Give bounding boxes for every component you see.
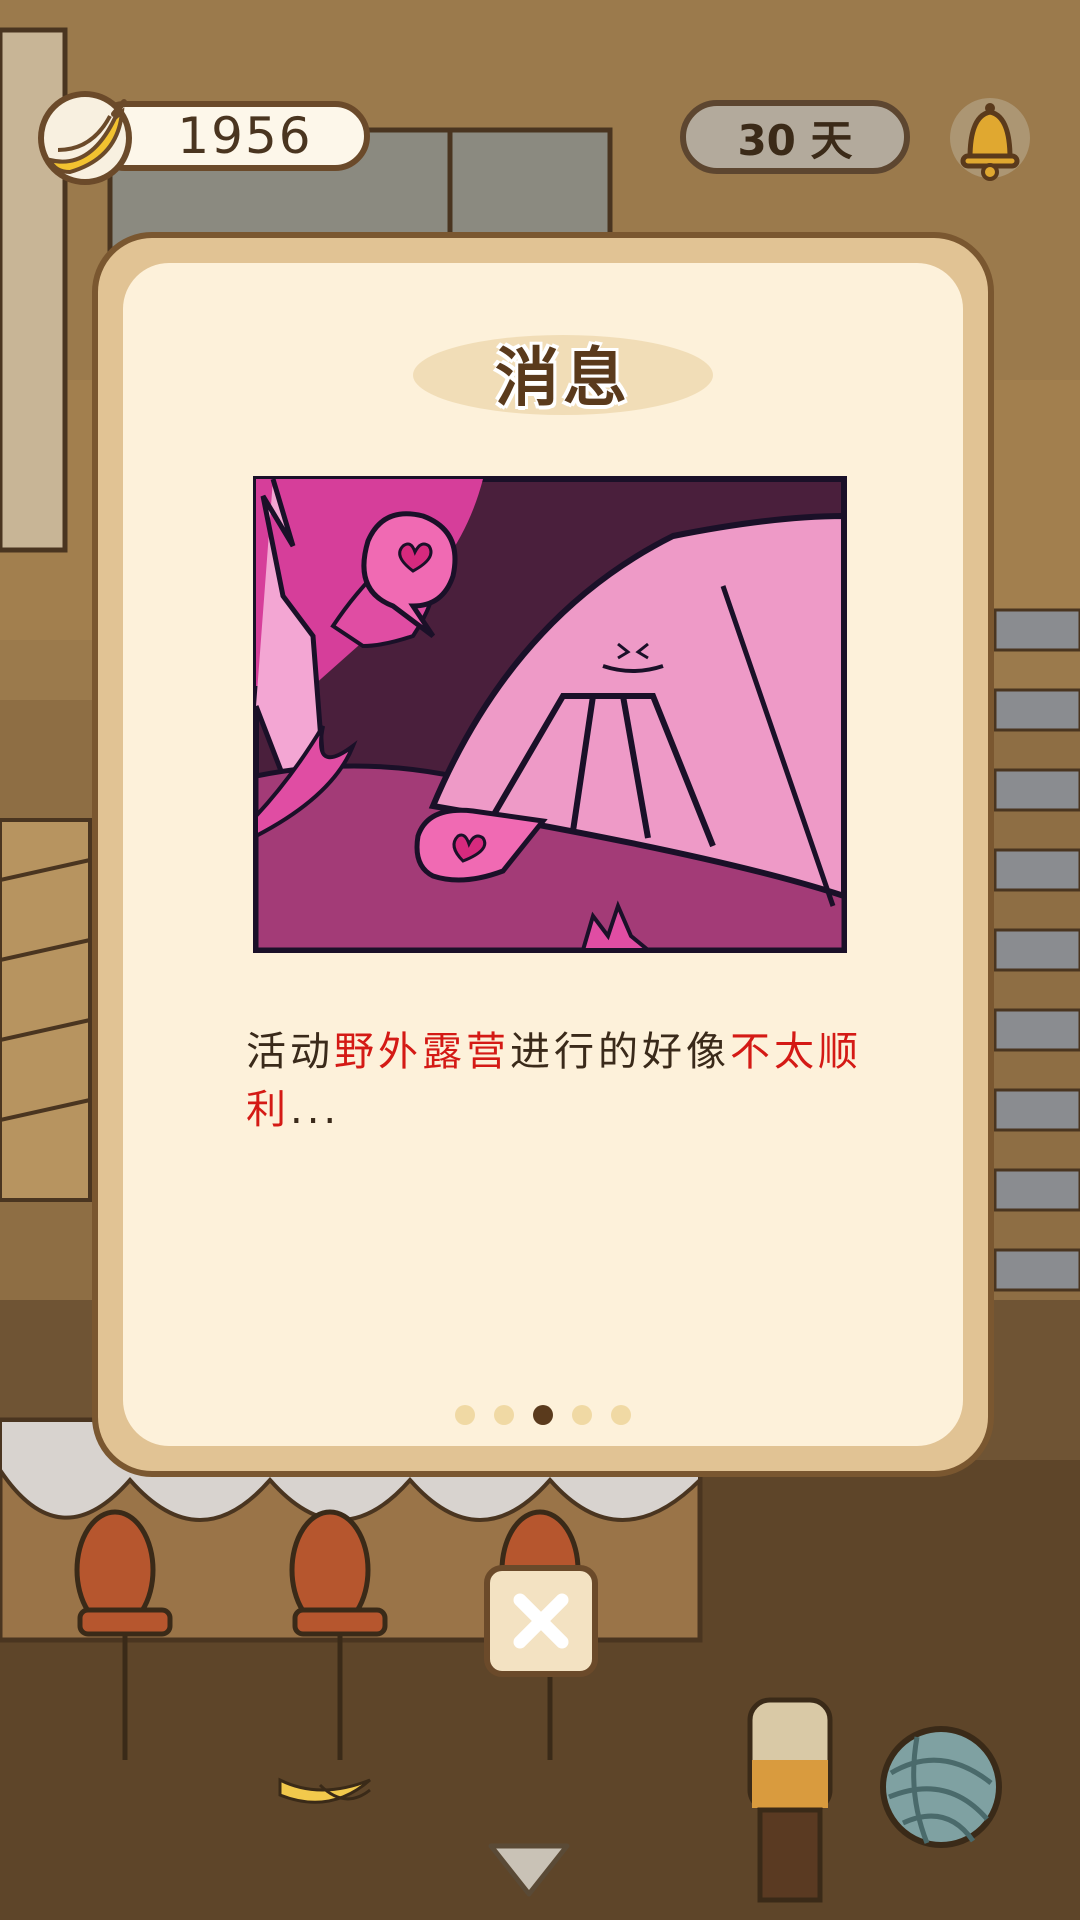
dialog-message: 活动野外露营进行的好像不太顺利... [246, 1023, 866, 1139]
close-icon [513, 1593, 569, 1649]
down-arrow-icon[interactable] [485, 1840, 573, 1900]
camping-illustration [253, 476, 847, 953]
page-indicator [123, 1405, 963, 1427]
dialog-title-banner: 消息 [413, 323, 713, 423]
page-dot[interactable] [572, 1405, 592, 1425]
dialog-title: 消息 [495, 342, 631, 416]
message-part: ... [290, 1087, 341, 1133]
page-dot[interactable] [611, 1405, 631, 1425]
message-highlight: 野外露营 [334, 1029, 510, 1075]
banana-icon [38, 91, 132, 185]
page-dot[interactable] [455, 1405, 475, 1425]
page-dot-active[interactable] [533, 1405, 553, 1425]
page-dot[interactable] [494, 1405, 514, 1425]
bell-icon[interactable] [945, 88, 1035, 188]
banana-counter: 1956 [30, 91, 375, 185]
yarn-ball-icon[interactable] [877, 1723, 1005, 1851]
message-part: 活动 [246, 1029, 334, 1075]
close-button[interactable] [484, 1565, 598, 1677]
message-part: 进行的好像 [510, 1029, 730, 1075]
message-dialog: 消息 活动野外露营进行的好像不太顺利... [92, 232, 994, 1477]
day-counter: 30 天 [680, 100, 910, 174]
message-dialog-body: 消息 活动野外露营进行的好像不太顺利... [123, 263, 963, 1446]
